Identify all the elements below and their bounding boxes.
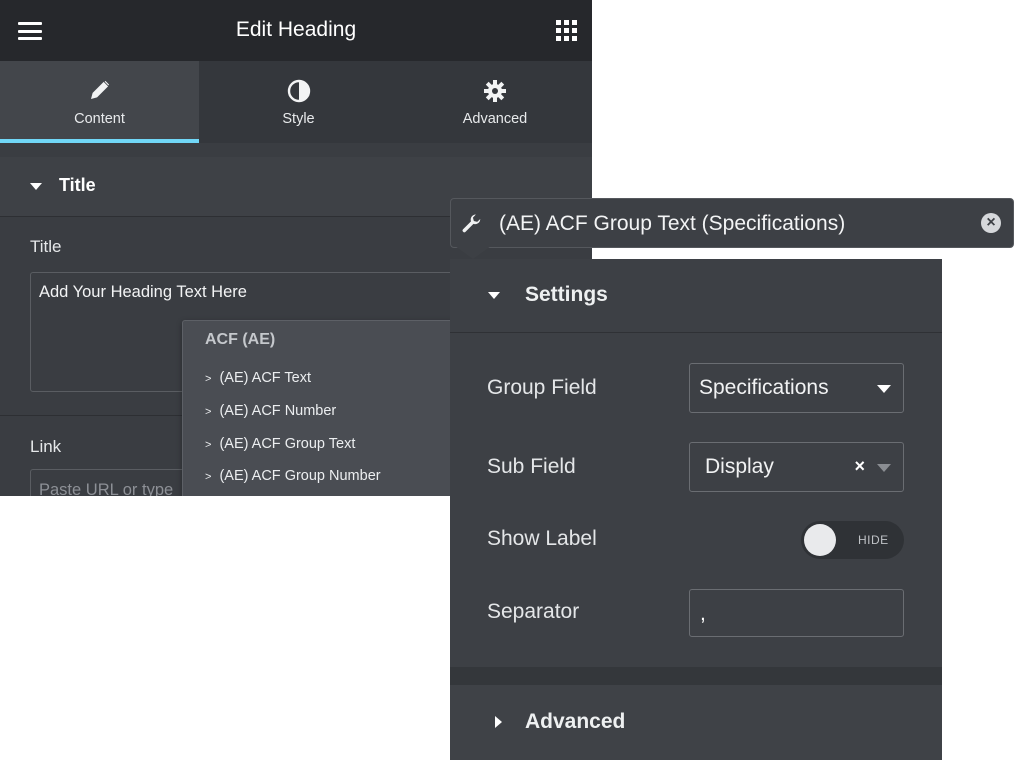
caret-down-icon (488, 292, 500, 299)
dropdown-option-label: (AE) ACF Number (219, 403, 337, 419)
settings-title: Settings (525, 283, 608, 306)
link-field-label: Link (30, 437, 62, 456)
tab-advanced[interactable]: Advanced (398, 61, 592, 143)
sub-field-label: Sub Field (487, 455, 576, 478)
remove-tag-icon[interactable]: × (981, 213, 1001, 233)
wrench-icon[interactable] (461, 213, 483, 235)
editor-tabs: Content Style Advanced (0, 61, 592, 143)
caret-right-icon (495, 716, 502, 728)
toggle-state-text: HIDE (858, 533, 889, 547)
apps-grid-icon[interactable] (556, 20, 577, 41)
chevron-right-icon: > (205, 373, 212, 385)
clear-selection-icon[interactable]: × (854, 456, 865, 477)
caret-down-icon (30, 183, 42, 190)
dropdown-arrow-icon (877, 464, 891, 472)
group-field-value: Specifications (699, 376, 829, 399)
show-label-toggle[interactable]: HIDE (801, 521, 904, 559)
tab-content[interactable]: Content (0, 61, 199, 143)
tab-advanced-label: Advanced (462, 111, 528, 127)
contrast-icon (199, 79, 398, 103)
chevron-right-icon: > (205, 406, 212, 418)
chevron-right-icon: > (205, 439, 212, 451)
gear-icon (398, 79, 592, 103)
advanced-title: Advanced (525, 710, 626, 733)
dropdown-arrow-icon (877, 385, 891, 393)
chevron-right-icon: > (205, 471, 212, 483)
title-field-label: Title (30, 237, 62, 256)
popover-pointer (455, 246, 491, 259)
tab-style-label: Style (282, 111, 315, 127)
toggle-knob (804, 524, 836, 556)
separator-input[interactable]: , (689, 589, 904, 637)
sub-field-select[interactable]: Display × (689, 442, 904, 492)
section-gap (450, 667, 942, 685)
dynamic-tag-bar[interactable]: (AE) ACF Group Text (Specifications) × (450, 198, 1014, 248)
dropdown-option[interactable]: > (AE) ACF Number (205, 403, 336, 419)
tag-settings-popover: Settings Group Field Specifications Sub … (450, 259, 942, 760)
dropdown-option-label: (AE) ACF Group Number (219, 468, 381, 484)
advanced-section-header[interactable]: Advanced (450, 685, 942, 760)
dropdown-group-label: ACF (AE) (205, 331, 276, 348)
dropdown-option-label: (AE) ACF Text (219, 370, 312, 386)
section-title: Title (59, 175, 96, 195)
dynamic-tag-label: (AE) ACF Group Text (Specifications) (499, 212, 846, 235)
dropdown-option-label: (AE) ACF Group Text (219, 436, 356, 452)
settings-section-header[interactable]: Settings (450, 259, 942, 333)
tab-style[interactable]: Style (199, 61, 398, 143)
dropdown-option[interactable]: > (AE) ACF Group Number (205, 468, 381, 484)
tab-content-label: Content (74, 111, 125, 127)
show-label-label: Show Label (487, 527, 597, 550)
dropdown-option[interactable]: > (AE) ACF Text (205, 370, 311, 386)
pencil-icon (0, 79, 199, 103)
sub-field-value: Display (705, 455, 774, 478)
group-field-select[interactable]: Specifications (689, 363, 904, 413)
separator-label: Separator (487, 600, 580, 623)
editor-title: Edit Heading (235, 18, 357, 41)
dropdown-option[interactable]: > (AE) ACF Group Text (205, 436, 355, 452)
editor-header: Edit Heading (0, 0, 592, 61)
dynamic-tags-dropdown: ACF (AE) > (AE) ACF Text > (AE) ACF Number… (182, 320, 472, 496)
group-field-label: Group Field (487, 376, 597, 399)
